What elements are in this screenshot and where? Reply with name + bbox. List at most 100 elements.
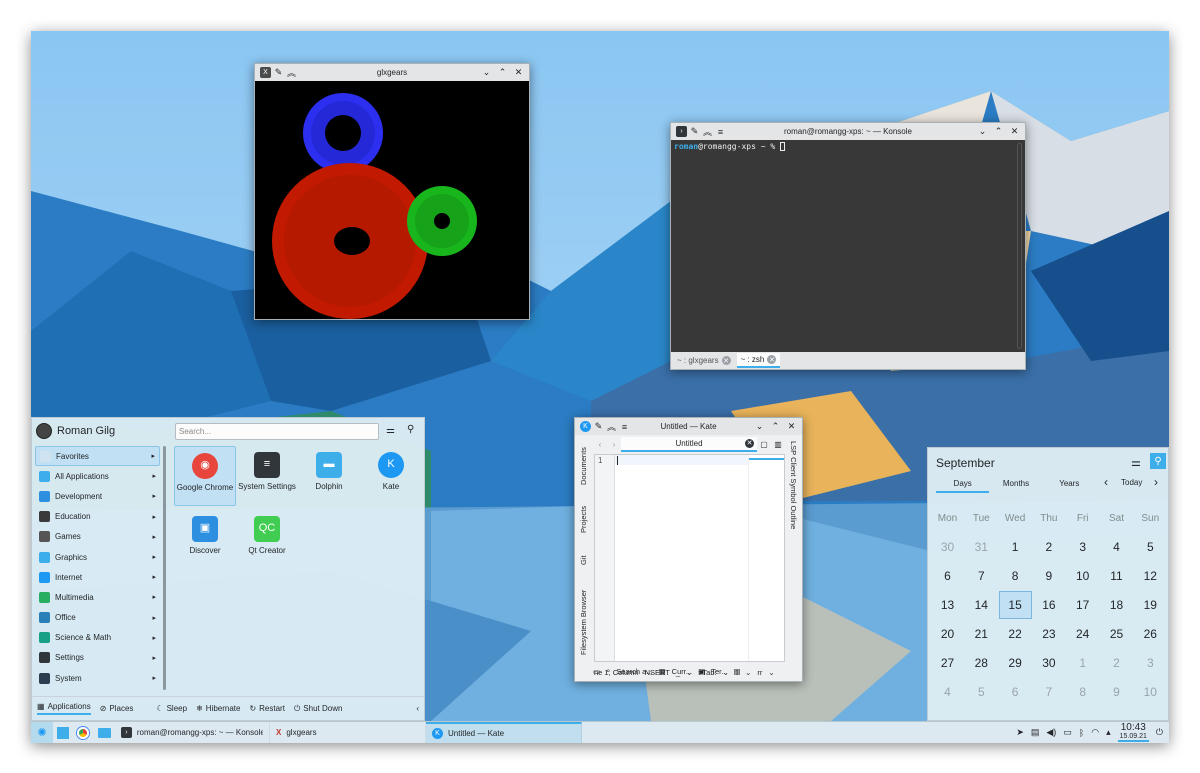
keep-above-icon[interactable]: ︽ bbox=[701, 125, 714, 138]
calendar-day[interactable]: 1 bbox=[1066, 649, 1099, 677]
close-tab-icon[interactable]: ✕ bbox=[767, 355, 777, 364]
calendar-day[interactable]: 6 bbox=[999, 678, 1032, 706]
calendar-day[interactable]: 11 bbox=[1100, 562, 1133, 590]
clipboard-icon[interactable]: ▤ bbox=[1031, 727, 1040, 738]
calendar-day[interactable]: 28 bbox=[965, 649, 998, 677]
glxgears-titlebar[interactable]: X ✎ ︽ glxgears ⌄ ⌃ ✕ bbox=[255, 64, 529, 81]
konsole-window[interactable]: › ✎ ︽ ≡ roman@romangg-xps: ~ — Konsole ⌄… bbox=[670, 122, 1026, 370]
calendar-day[interactable]: 31 bbox=[965, 533, 998, 561]
app-tile[interactable]: QC Qt Creator bbox=[236, 510, 298, 570]
calendar-day[interactable]: 21 bbox=[965, 620, 998, 648]
app-tile[interactable]: ▣ Discover bbox=[174, 510, 236, 570]
split-view-icon[interactable]: ▥ bbox=[771, 440, 785, 449]
category-science-math[interactable]: Science & Math ▸ bbox=[35, 628, 160, 648]
calendar-day[interactable]: 14 bbox=[965, 591, 998, 619]
close-icon[interactable]: ✕ bbox=[512, 66, 525, 79]
calendar-day[interactable]: 10 bbox=[1134, 678, 1167, 706]
task-glxgears[interactable]: Xglxgears bbox=[270, 721, 426, 743]
calendar-day[interactable]: 5 bbox=[1134, 533, 1167, 561]
terminal-app-icon[interactable]: › bbox=[675, 125, 688, 138]
calendar-day[interactable]: 10 bbox=[1066, 562, 1099, 590]
forward-icon[interactable]: › bbox=[607, 440, 621, 449]
sidebar-lsp-outline[interactable]: LSP Client Symbol Outline bbox=[789, 441, 798, 529]
pager-icon[interactable] bbox=[53, 726, 73, 739]
calendar-day[interactable]: 7 bbox=[1032, 678, 1065, 706]
minimize-icon[interactable]: ⌄ bbox=[480, 66, 493, 79]
search-input[interactable]: Search... bbox=[175, 423, 379, 440]
tab-days[interactable]: Days bbox=[936, 479, 990, 493]
calendar-day[interactable]: 18 bbox=[1100, 591, 1133, 619]
calendar-day[interactable]: 3 bbox=[1066, 533, 1099, 561]
calendar-day[interactable]: 13 bbox=[931, 591, 964, 619]
close-icon[interactable]: ✕ bbox=[785, 420, 798, 433]
calendar-day[interactable]: 8 bbox=[999, 562, 1032, 590]
chevron-left-icon[interactable]: ‹ bbox=[1104, 475, 1108, 489]
today-button[interactable]: Today bbox=[1121, 478, 1142, 487]
category-games[interactable]: Games ▸ bbox=[35, 527, 160, 547]
calendar-day[interactable]: 23 bbox=[1032, 620, 1065, 648]
tab-months[interactable]: Months bbox=[989, 479, 1042, 493]
calendar-day[interactable]: 20 bbox=[931, 620, 964, 648]
close-tab-icon[interactable]: ✕ bbox=[745, 438, 754, 448]
calendar-day[interactable]: 6 bbox=[931, 562, 964, 590]
sidebar-filesystem-browser[interactable]: Filesystem Browser bbox=[579, 590, 588, 655]
applications-tab[interactable]: ▦ Applications bbox=[37, 702, 91, 715]
calendar-day[interactable]: 3 bbox=[1134, 649, 1167, 677]
calendar-day[interactable]: 24 bbox=[1066, 620, 1099, 648]
close-icon[interactable]: ✕ bbox=[1008, 125, 1021, 138]
category-graphics[interactable]: Graphics ▸ bbox=[35, 547, 160, 567]
kate-app-icon[interactable]: K bbox=[579, 420, 592, 433]
calendar-day[interactable]: 2 bbox=[1032, 533, 1065, 561]
category-all-applications[interactable]: All Applications ▸ bbox=[35, 466, 160, 486]
menu-icon[interactable]: ≡ bbox=[618, 420, 631, 433]
shutdown-button[interactable]: ⏻ Shut Down bbox=[294, 704, 342, 714]
battery-icon[interactable]: ▭ bbox=[1063, 727, 1072, 738]
category-development[interactable]: Development ▸ bbox=[35, 486, 160, 506]
calendar-day[interactable]: 29 bbox=[999, 649, 1032, 677]
folder-icon[interactable] bbox=[93, 727, 115, 738]
calendar-day[interactable]: 30 bbox=[1032, 649, 1065, 677]
pin-icon[interactable]: ✎ bbox=[272, 66, 285, 79]
category-office[interactable]: Office ▸ bbox=[35, 608, 160, 628]
calendar-day[interactable]: 1 bbox=[999, 533, 1032, 561]
kate-window[interactable]: K ✎ ︽ ≡ Untitled — Kate ⌄ ⌃ ✕ Documents … bbox=[574, 417, 803, 682]
app-tile[interactable]: K Kate bbox=[360, 446, 422, 506]
sidebar-documents[interactable]: Documents bbox=[579, 447, 588, 485]
tab-glxgears[interactable]: ~ : glxgears ✕ bbox=[673, 354, 735, 367]
x11-app-icon[interactable]: X bbox=[259, 66, 272, 79]
hibernate-button[interactable]: ❄ Hibernate bbox=[196, 704, 240, 713]
calendar-day[interactable]: 9 bbox=[1100, 678, 1133, 706]
calendar-day[interactable]: 7 bbox=[965, 562, 998, 590]
tab-years[interactable]: Years bbox=[1043, 479, 1096, 493]
pin-icon[interactable]: ⚲ bbox=[1150, 453, 1166, 469]
calendar-day[interactable]: 2 bbox=[1100, 649, 1133, 677]
glxgears-window[interactable]: X ✎ ︽ glxgears ⌄ ⌃ ✕ bbox=[254, 63, 530, 320]
back-icon[interactable]: ‹ bbox=[593, 440, 607, 449]
calendar-day[interactable]: 26 bbox=[1134, 620, 1167, 648]
category-multimedia[interactable]: Multimedia ▸ bbox=[35, 587, 160, 607]
power-icon[interactable]: ⏻ bbox=[1156, 727, 1163, 738]
calendar-day[interactable]: 25 bbox=[1100, 620, 1133, 648]
calendar-day[interactable]: 17 bbox=[1066, 591, 1099, 619]
new-tab-icon[interactable]: ▢ bbox=[757, 440, 771, 449]
bluetooth-icon[interactable]: ᛒ bbox=[1079, 728, 1084, 738]
terminal-area[interactable]: roman@romangg-xps ~ % bbox=[671, 140, 1025, 352]
category-education[interactable]: Education ▸ bbox=[35, 507, 160, 527]
search-icon[interactable]: ⌕ bbox=[606, 666, 610, 676]
calendar-day[interactable]: 16 bbox=[1032, 591, 1065, 619]
app-tile[interactable]: ≡ System Settings bbox=[236, 446, 298, 506]
app-tile[interactable]: ▬ Dolphin bbox=[298, 446, 360, 506]
calendar-day[interactable]: 19 bbox=[1134, 591, 1167, 619]
tab-zsh[interactable]: ~ : zsh ✕ bbox=[736, 353, 781, 368]
keep-above-icon[interactable]: ︽ bbox=[285, 66, 298, 79]
minimap[interactable] bbox=[748, 455, 784, 661]
toolview-search[interactable]: Search a... bbox=[616, 667, 652, 676]
configure-icon[interactable]: ⚌ bbox=[1131, 456, 1141, 469]
terminal-icon[interactable]: ▣ bbox=[698, 667, 705, 676]
category-scrollbar[interactable] bbox=[163, 446, 166, 690]
task-konsole[interactable]: › roman@romangg-xps: ~ — Konsole bbox=[115, 721, 270, 743]
leave-menu-button[interactable]: ‹ bbox=[416, 704, 419, 713]
send-icon[interactable]: ➤ bbox=[1016, 727, 1024, 738]
expand-tray-icon[interactable]: ▴ bbox=[1106, 727, 1111, 738]
minimize-icon[interactable]: ⌄ bbox=[753, 420, 766, 433]
